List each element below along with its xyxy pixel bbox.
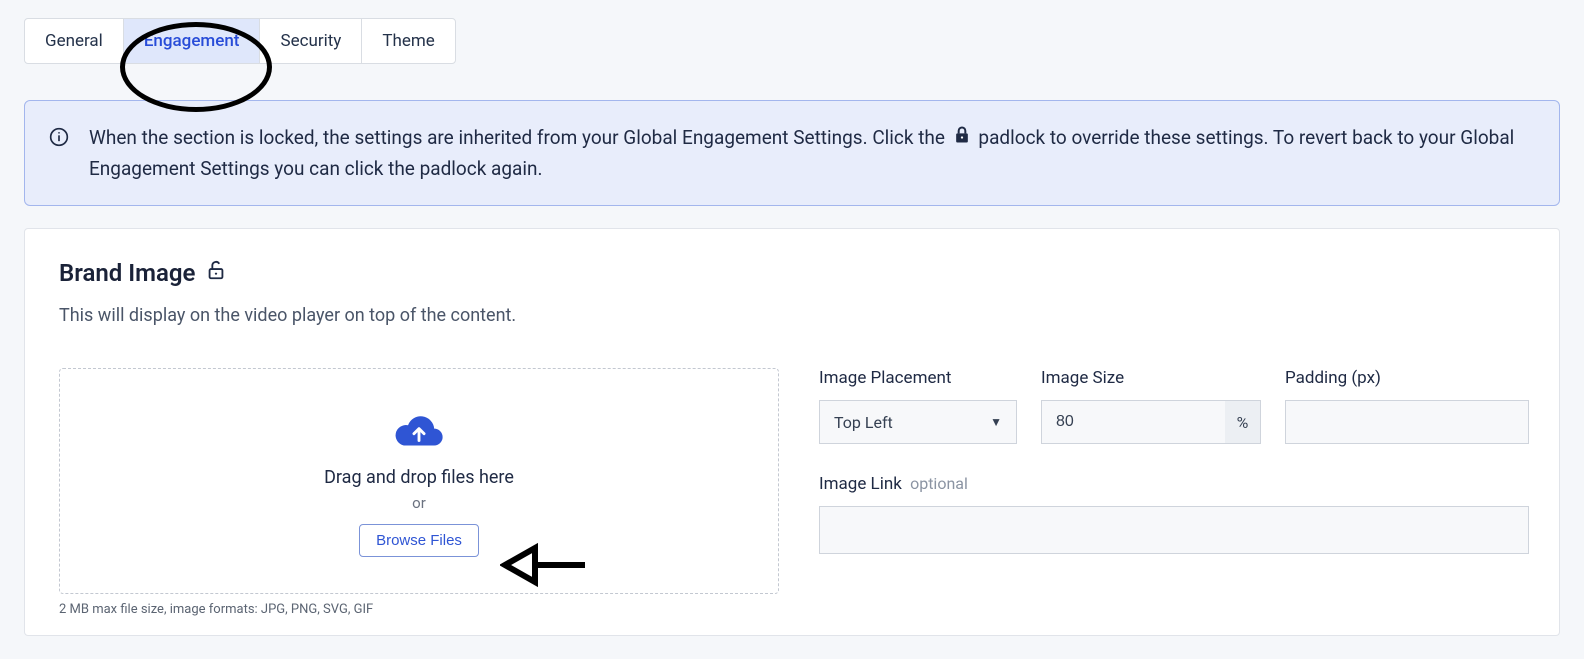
section-description: This will display on the video player on… <box>59 305 1525 326</box>
image-size-label: Image Size <box>1041 368 1261 388</box>
image-placement-label: Image Placement <box>819 368 1017 388</box>
field-image-placement: Image Placement Top Left ▼ <box>819 368 1017 444</box>
tabs: General Engagement Security Theme <box>24 18 456 64</box>
dropzone[interactable]: Drag and drop files here or Browse Files <box>59 368 779 594</box>
section-title-text: Brand Image <box>59 259 195 287</box>
image-placement-value: Top Left <box>834 413 893 432</box>
info-icon <box>49 127 69 147</box>
right-column: Image Placement Top Left ▼ Image Size % … <box>819 368 1529 554</box>
dropzone-main-text: Drag and drop files here <box>324 467 514 488</box>
dropzone-wrapper: Drag and drop files here or Browse Files… <box>59 368 779 617</box>
field-row-top: Image Placement Top Left ▼ Image Size % … <box>819 368 1529 444</box>
tab-theme[interactable]: Theme <box>362 19 454 63</box>
dropzone-or-text: or <box>412 494 426 512</box>
tab-security[interactable]: Security <box>260 19 362 63</box>
tab-general[interactable]: General <box>25 19 124 63</box>
image-link-optional: optional <box>910 474 968 493</box>
form-row: Drag and drop files here or Browse Files… <box>59 368 1525 617</box>
browse-files-button[interactable]: Browse Files <box>359 524 479 557</box>
padding-input[interactable] <box>1285 400 1529 444</box>
image-link-label: Image Link optional <box>819 474 1529 494</box>
image-size-unit: % <box>1225 400 1261 444</box>
padding-label: Padding (px) <box>1285 368 1529 388</box>
section-title: Brand Image <box>59 259 1525 287</box>
info-text: When the section is locked, the settings… <box>89 123 1535 183</box>
image-size-input-group: % <box>1041 400 1261 444</box>
field-padding: Padding (px) <box>1285 368 1529 444</box>
chevron-down-icon: ▼ <box>990 415 1002 429</box>
info-banner: When the section is locked, the settings… <box>24 100 1560 206</box>
info-text-before: When the section is locked, the settings… <box>89 126 945 149</box>
field-image-size: Image Size % <box>1041 368 1261 444</box>
image-placement-select[interactable]: Top Left ▼ <box>819 400 1017 444</box>
image-size-input[interactable] <box>1041 400 1225 444</box>
dropzone-hint: 2 MB max file size, image formats: JPG, … <box>59 602 779 617</box>
tab-engagement[interactable]: Engagement <box>124 19 261 63</box>
field-image-link: Image Link optional <box>819 474 1529 554</box>
image-link-label-text: Image Link <box>819 474 902 494</box>
brand-image-panel: Brand Image This will display on the vid… <box>24 228 1560 636</box>
lock-icon <box>952 124 972 153</box>
image-link-input[interactable] <box>819 506 1529 554</box>
upload-icon <box>392 411 446 453</box>
unlock-icon[interactable] <box>205 259 227 287</box>
